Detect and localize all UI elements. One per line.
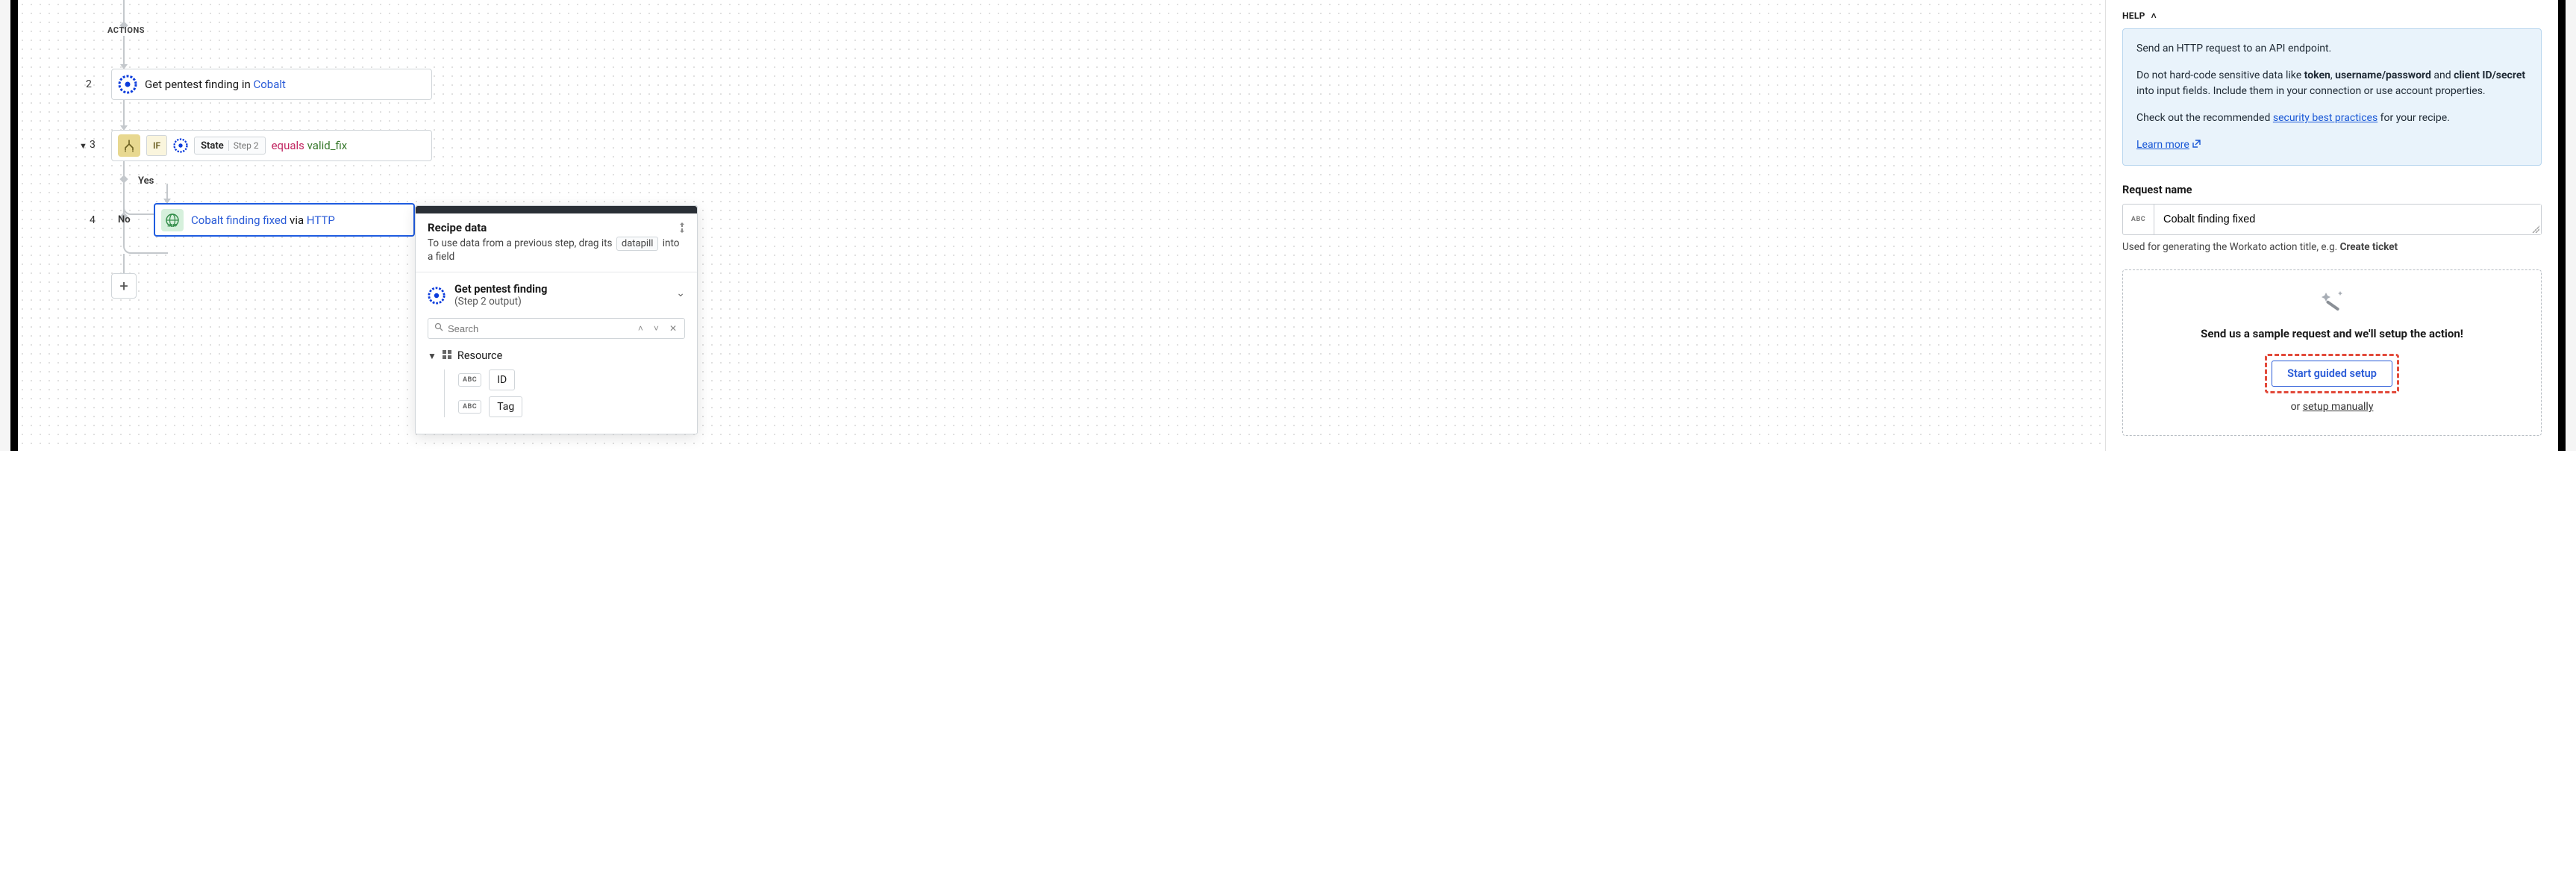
- help-toggle[interactable]: HELP ˄: [2122, 0, 2542, 28]
- nav-up-icon[interactable]: ˄: [635, 323, 646, 334]
- step-text: Cobalt finding fixed via HTTP: [191, 213, 335, 227]
- connector-line: [123, 0, 125, 22]
- clear-icon[interactable]: ✕: [666, 323, 680, 334]
- step-number: 3: [90, 139, 96, 151]
- datapill-label: Tag: [489, 396, 522, 417]
- popover-dragbar[interactable]: [416, 206, 697, 213]
- recipe-canvas[interactable]: ACTIONS 2 Get pentest finding in Cobalt …: [18, 0, 2105, 451]
- wand-icon: [2138, 290, 2526, 316]
- branch-icon: [118, 134, 140, 157]
- cobalt-icon: [118, 75, 137, 94]
- datapill-id[interactable]: ABC ID: [458, 369, 685, 390]
- nav-down-icon[interactable]: ˅: [651, 323, 662, 334]
- search-input[interactable]: [448, 323, 631, 334]
- security-best-practices-link[interactable]: security best practices: [2273, 112, 2378, 124]
- popover-subtitle: To use data from a previous step, drag i…: [428, 237, 685, 263]
- add-step-button[interactable]: +: [111, 273, 137, 299]
- guided-setup-highlight: Start guided setup: [2265, 354, 2399, 393]
- request-name-input[interactable]: [2154, 205, 2541, 234]
- request-name-hint: Used for generating the Workato action t…: [2122, 241, 2542, 253]
- step-number: 2: [86, 78, 92, 90]
- external-link-icon: [2192, 137, 2201, 154]
- request-name-label: Request name: [2122, 184, 2542, 196]
- help-text: Check out the recommended security best …: [2136, 110, 2527, 127]
- chevron-down-icon: ⌄: [676, 287, 685, 299]
- help-text: Send an HTTP request to an API endpoint.: [2136, 41, 2527, 57]
- config-panel: HELP ˄ Send an HTTP request to an API en…: [2105, 0, 2558, 451]
- state-pill: State Step 2: [194, 137, 266, 155]
- type-abc-icon: ABC: [2123, 205, 2154, 234]
- tree-node-resource[interactable]: ▼ Resource: [428, 349, 685, 362]
- output-subtitle: (Step 2 output): [454, 296, 547, 308]
- step-card-http-selected[interactable]: HTTP Cobalt finding fixed via HTTP: [154, 203, 415, 237]
- setup-prompt-text: Send us a sample request and we'll setup…: [2138, 327, 2526, 340]
- type-abc-icon: ABC: [458, 373, 481, 387]
- cobalt-icon: [173, 138, 188, 153]
- setup-alternative: or setup manually: [2138, 401, 2526, 413]
- resize-handle-icon[interactable]: [2532, 225, 2539, 233]
- caret-down-icon: ▼: [428, 351, 437, 361]
- connector-line: [123, 254, 125, 273]
- cobalt-icon: [428, 287, 446, 305]
- drag-handle-icon[interactable]: [678, 222, 687, 236]
- connector-line: [123, 36, 125, 66]
- chevron-up-icon: ˄: [2151, 10, 2157, 21]
- output-section-toggle[interactable]: Get pentest finding (Step 2 output) ⌄: [428, 283, 685, 308]
- help-text: Do not hard-code sensitive data like tok…: [2136, 68, 2527, 100]
- recipe-data-popover: Recipe data To use data from a previous …: [415, 205, 698, 434]
- step-text: Get pentest finding in Cobalt: [145, 78, 286, 91]
- type-abc-icon: ABC: [458, 400, 481, 414]
- condition-text: equals valid_fix: [272, 139, 348, 152]
- request-name-input-wrap: ABC: [2122, 204, 2542, 235]
- setup-manually-link[interactable]: setup manually: [2303, 401, 2374, 413]
- learn-more-link[interactable]: Learn more: [2136, 139, 2201, 151]
- collapse-caret-icon[interactable]: ▼: [79, 141, 87, 151]
- datapill-tag[interactable]: ABC Tag: [458, 396, 685, 417]
- connector-line: [123, 100, 125, 127]
- step-card-if-condition[interactable]: IF State Step 2 equals valid_fix: [111, 130, 432, 161]
- datapill-search[interactable]: ˄ ˅ ✕: [428, 318, 685, 339]
- connector-elbow: [123, 224, 168, 254]
- object-icon: [443, 350, 451, 362]
- output-title: Get pentest finding: [454, 283, 547, 296]
- actions-label: ACTIONS: [107, 25, 145, 35]
- svg-text:HTTP: HTTP: [168, 224, 178, 228]
- if-chip: IF: [146, 135, 167, 156]
- step-card-get-pentest-finding[interactable]: Get pentest finding in Cobalt: [111, 69, 432, 100]
- popover-title: Recipe data: [428, 221, 685, 234]
- datapill-label: ID: [489, 369, 515, 390]
- guided-setup-box: Send us a sample request and we'll setup…: [2122, 269, 2542, 436]
- step-number: 4: [90, 214, 96, 226]
- start-guided-setup-button[interactable]: Start guided setup: [2272, 361, 2392, 387]
- search-icon: [434, 322, 443, 334]
- datapill-tree: ▼ Resource ABC ID AB: [428, 349, 685, 417]
- help-box: Send an HTTP request to an API endpoint.…: [2122, 28, 2542, 166]
